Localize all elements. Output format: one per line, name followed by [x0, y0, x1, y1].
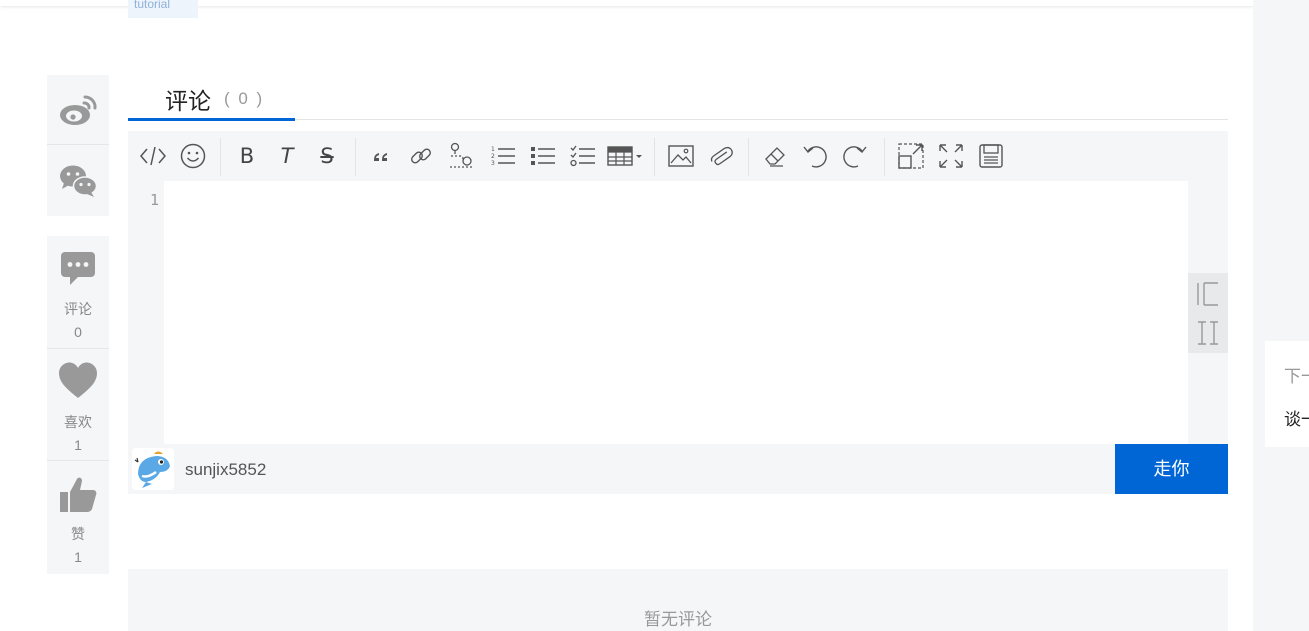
sync-scroll-icon[interactable]: [1196, 281, 1220, 307]
save-button[interactable]: [976, 143, 1006, 169]
emoji-button[interactable]: [178, 143, 208, 169]
next-article-label: 下一篇: [1284, 367, 1309, 386]
undo-button[interactable]: [800, 143, 830, 169]
username: sunjix5852: [185, 460, 267, 479]
next-article-title[interactable]: 谈一谈: [1284, 405, 1309, 430]
italic-button[interactable]: T: [272, 143, 302, 169]
right-gutter: [1253, 0, 1309, 631]
ordered-list-button[interactable]: 123: [488, 143, 518, 169]
comments-list: 暂无评论: [128, 569, 1228, 631]
share-weibo-button[interactable]: [47, 75, 109, 145]
fullscreen-button[interactable]: [896, 143, 926, 169]
checklist-button[interactable]: [568, 143, 598, 169]
share-panel: [47, 75, 109, 216]
toolbar-separator: [748, 138, 749, 176]
undo-icon: [803, 146, 827, 168]
quote-icon: [374, 153, 387, 161]
code-button[interactable]: [138, 143, 168, 169]
thumbs-up-label: 赞: [71, 526, 85, 542]
expand-icon: [939, 144, 963, 168]
strikethrough-icon: S: [320, 144, 334, 168]
bold-icon: B: [239, 144, 255, 168]
svg-text:1: 1: [491, 146, 495, 153]
location-icon: [450, 142, 472, 168]
code-icon: [140, 146, 166, 166]
dolphin-avatar-icon: [132, 448, 174, 490]
heart-icon: [59, 362, 97, 398]
page: tutorial 下一篇 谈一谈: [0, 0, 1309, 631]
quote-button[interactable]: [366, 143, 396, 169]
attachment-icon: [710, 146, 733, 166]
image-icon: [668, 145, 694, 167]
eraser-icon: [765, 147, 785, 167]
comment-icon: [61, 252, 95, 285]
thumbs-up-icon: [60, 477, 97, 512]
redo-button[interactable]: [840, 143, 870, 169]
article-actions: 评论 0 喜欢 1 赞 1: [47, 236, 109, 574]
empty-comments-message: 暂无评论: [644, 610, 712, 629]
unordered-list-button[interactable]: [528, 143, 558, 169]
comments-title[interactable]: 评论: [165, 82, 211, 116]
unordered-list-icon: [531, 147, 555, 165]
line-number: 1: [150, 191, 160, 209]
thumbs-up-count: 1: [74, 549, 82, 565]
toolbar-separator: [654, 138, 655, 176]
emoji-icon: [180, 143, 206, 169]
bold-button[interactable]: B: [232, 143, 262, 169]
link-icon: [411, 148, 431, 164]
strikethrough-button[interactable]: S: [312, 143, 342, 169]
location-button[interactable]: [446, 142, 476, 169]
save-icon: [979, 144, 1003, 168]
toolbar-separator: [884, 138, 885, 176]
italic-icon: T: [280, 144, 294, 168]
redo-icon: [843, 146, 867, 168]
comment-editor: B T S 123 1 sunjix5852 走你: [128, 131, 1228, 494]
comment-action[interactable]: 评论 0: [47, 236, 109, 348]
wechat-icon: [60, 165, 98, 197]
toggle-preview-icon[interactable]: [1196, 320, 1220, 346]
table-button[interactable]: [606, 143, 646, 169]
like-action[interactable]: 喜欢 1: [47, 348, 109, 460]
like-label: 喜欢: [64, 414, 92, 430]
share-wechat-button[interactable]: [47, 146, 109, 216]
expand-button[interactable]: [936, 143, 966, 169]
link-button[interactable]: [406, 143, 436, 169]
toolbar-separator: [355, 138, 356, 176]
image-button[interactable]: [666, 143, 696, 169]
comments-count: ( 0 ): [224, 89, 265, 108]
comment-count: 0: [74, 324, 82, 340]
comment-textarea[interactable]: [164, 181, 1188, 444]
table-icon: [607, 146, 642, 166]
comments-tab-indicator: [128, 118, 295, 121]
thumbs-up-action[interactable]: 赞 1: [47, 460, 109, 572]
editor-side-tools: [1188, 273, 1228, 353]
like-count: 1: [74, 437, 82, 453]
svg-text:3: 3: [491, 160, 495, 167]
eraser-button[interactable]: [760, 143, 790, 169]
toolbar-separator: [220, 138, 221, 176]
comment-label: 评论: [64, 301, 92, 317]
fullscreen-icon: [898, 143, 924, 169]
next-article-card[interactable]: 下一篇 谈一谈: [1265, 341, 1309, 447]
checklist-icon: [570, 145, 595, 167]
attachment-button[interactable]: [706, 143, 736, 169]
ordered-list-icon: 123: [491, 146, 515, 167]
article-tag[interactable]: tutorial: [128, 0, 198, 18]
submit-comment-button[interactable]: 走你: [1115, 444, 1228, 494]
avatar[interactable]: [132, 448, 174, 490]
editor-footer: sunjix5852 走你: [128, 444, 1228, 494]
svg-text:2: 2: [491, 153, 495, 160]
weibo-icon: [60, 94, 97, 125]
